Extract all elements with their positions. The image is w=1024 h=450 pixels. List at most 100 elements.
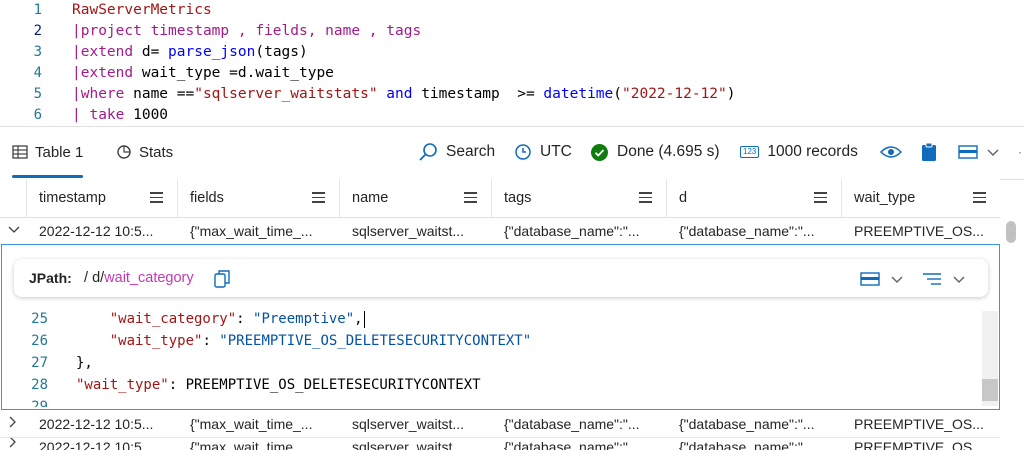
cell-timestamp: 2022-12-12 10:5... [39, 223, 154, 239]
json-line[interactable]: 26 "wait_type": "PREEMPTIVE_OS_DELETESEC… [2, 331, 962, 351]
cell-timestamp: 2022-12-12 10:5... [39, 439, 154, 450]
code-line[interactable]: 6 | take 1000 [0, 105, 1024, 126]
cell-timestamp: 2022-12-12 10:5... [39, 416, 154, 432]
json-text[interactable]: }, [76, 353, 93, 373]
code-token: timestamp >= [421, 86, 544, 102]
json-line[interactable]: 25 "wait_category": "Preemptive", [2, 309, 962, 329]
timezone-button[interactable]: UTC [514, 127, 572, 177]
detail-scrollbar[interactable] [982, 311, 998, 406]
code-token: and [377, 86, 422, 102]
grid-scrollbar[interactable] [1002, 217, 1020, 450]
column-menu-icon[interactable] [639, 192, 652, 203]
column-label: name [352, 190, 389, 206]
query-editor[interactable]: 1 RawServerMetrics 2 |project timestamp , f… [0, 0, 1024, 124]
table-row[interactable]: 2022-12-12 10:5... {"max_wait_time_... s… [0, 410, 1000, 438]
code-line[interactable]: 2 |project timestamp , fields, name , tag… [0, 21, 1024, 42]
column-header-name[interactable]: name [339, 179, 491, 217]
detail-scrollbar-thumb[interactable] [982, 379, 998, 401]
collapse-chevron-icon[interactable] [8, 217, 20, 245]
json-line[interactable]: 27}, [2, 353, 962, 373]
column-header-d[interactable]: d [666, 179, 841, 217]
code-token: "sqlserver_waitstats" [194, 86, 378, 102]
line-number: 5 [33, 86, 42, 102]
column-header-timestamp[interactable]: timestamp [26, 179, 177, 217]
column-header-fields[interactable]: fields [177, 179, 339, 217]
column-menu-icon[interactable] [814, 192, 827, 203]
chevron-down-icon [987, 149, 999, 156]
tab-table-1-label: Table 1 [35, 143, 84, 161]
code-token: name == [133, 86, 195, 102]
json-token: , [354, 311, 363, 327]
copy-path-icon[interactable] [214, 269, 230, 288]
rows-layout-icon [958, 145, 978, 159]
json-line[interactable]: 28 "wait_type": PREEMPTIVE_OS_DELETESECUR… [2, 375, 962, 395]
jpath-segment-d[interactable]: d [92, 270, 100, 286]
column-menu-icon[interactable] [464, 192, 477, 203]
search-button[interactable]: Search [418, 127, 495, 177]
tab-table-1[interactable]: Table 1 [12, 127, 84, 178]
json-viewer[interactable]: 25 "wait_category": "Preemptive", 26 "wai… [2, 309, 982, 407]
chevron-down-icon [891, 276, 903, 283]
code-text[interactable]: |extend wait_type =d.wait_type [72, 63, 334, 84]
table-row[interactable]: 2022-12-12 10:5... {"max_wait_time_... s… [0, 438, 1000, 450]
code-text[interactable]: |project timestamp , fields, name , tags [72, 21, 421, 42]
table-icon [12, 145, 28, 159]
view-button[interactable] [880, 127, 902, 177]
code-line[interactable]: 3 |extend d= parse_json(tags) [0, 42, 1024, 63]
text-cursor [363, 310, 366, 328]
json-text[interactable]: "wait_type": PREEMPTIVE_OS_DELETESECURIT… [76, 375, 481, 395]
tab-stats[interactable]: Stats [116, 127, 173, 177]
search-icon [419, 143, 437, 161]
code-text[interactable]: | take 1000 [72, 105, 168, 126]
line-number: 2 [33, 23, 42, 39]
code-token: 1000 [133, 107, 169, 123]
line-number: 29 [31, 399, 48, 407]
code-text[interactable]: RawServerMetrics [72, 0, 212, 21]
jpath-root[interactable]: / [84, 270, 88, 286]
jpath-bar: JPath: / d/wait_category [14, 259, 988, 297]
code-text[interactable]: |where name =="sqlserver_waitstats" and … [72, 84, 736, 105]
grid-header: timestamp fields name tags d wait_type [0, 179, 1000, 218]
tab-stats-label: Stats [139, 143, 174, 161]
jpath-segment-wait-category[interactable]: wait_category [104, 270, 193, 286]
cell-wait-type: PREEMPTIVE_OS... [854, 439, 984, 450]
grid-scrollbar-thumb[interactable] [1006, 221, 1016, 243]
code-token: |extend [72, 44, 142, 60]
expand-chevron-icon[interactable] [8, 410, 18, 438]
cell-name: sqlserver_waitst... [352, 439, 465, 450]
check-circle-icon [591, 143, 608, 161]
column-label: wait_type [854, 190, 916, 206]
code-token: wait_type =d.wait_type [141, 65, 334, 81]
detail-layout-dropdown[interactable] [860, 270, 904, 288]
row-detail-panel: JPath: / d/wait_category 25 "wait_catego… [1, 244, 1000, 410]
timezone-label: UTC [540, 143, 572, 160]
line-number: 3 [33, 44, 42, 60]
cell-fields: {"max_wait_time_... [190, 416, 313, 432]
column-menu-icon[interactable] [312, 192, 325, 203]
code-line[interactable]: 1 RawServerMetrics [0, 0, 1024, 21]
code-token: |extend [72, 65, 142, 81]
cell-fields: {"max_wait_time_... [190, 439, 313, 450]
json-line[interactable]: 29 [2, 397, 962, 407]
format-dropdown[interactable] [922, 270, 966, 288]
record-count-label: 1000 records [767, 143, 858, 160]
overflow-menu[interactable]: · [1018, 127, 1022, 177]
json-text[interactable]: "wait_type": "PREEMPTIVE_OS_DELETESECURI… [76, 331, 531, 351]
layout-dropdown[interactable] [958, 127, 1000, 177]
jpath-label: JPath: [29, 270, 72, 286]
code-line[interactable]: 4 |extend wait_type =d.wait_type [0, 63, 1024, 84]
code-text[interactable]: |extend d= parse_json(tags) [72, 42, 308, 63]
clock-icon [515, 144, 531, 160]
column-header-wait-type[interactable]: wait_type [841, 179, 1000, 217]
cell-d: {"database_name":"... [679, 223, 815, 239]
copy-button[interactable] [921, 127, 937, 177]
column-header-tags[interactable]: tags [491, 179, 666, 217]
column-menu-icon[interactable] [150, 192, 163, 203]
code-token: RawServerMetrics [72, 2, 212, 18]
expand-chevron-icon[interactable] [8, 438, 18, 450]
column-menu-icon[interactable] [973, 192, 986, 203]
code-line[interactable]: 5 |where name =="sqlserver_waitstats" and… [0, 84, 1024, 105]
code-token: |project timestamp , fields, name , tags [72, 23, 422, 39]
json-text[interactable]: "wait_category": "Preemptive", [76, 309, 366, 329]
table-row[interactable]: 2022-12-12 10:5... {"max_wait_time_... s… [0, 217, 1000, 245]
